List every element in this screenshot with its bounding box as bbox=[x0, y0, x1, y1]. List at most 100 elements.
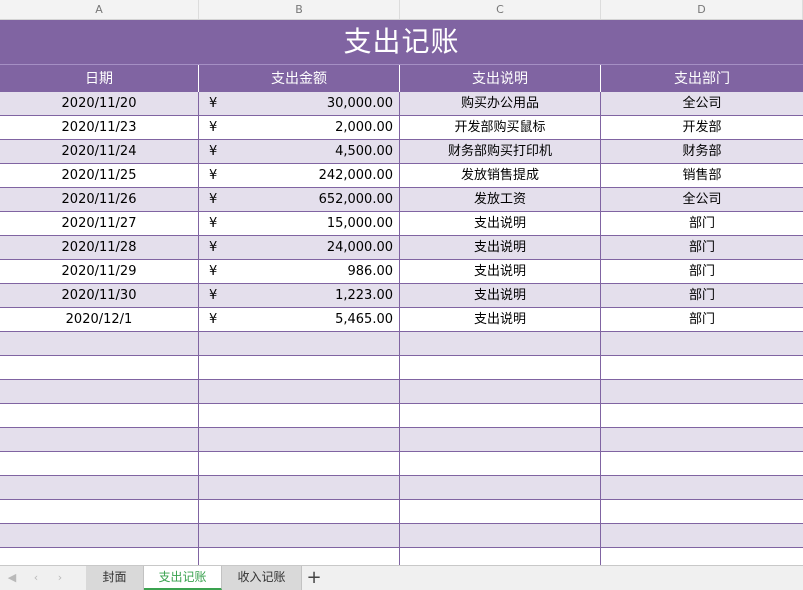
cell-date[interactable] bbox=[0, 524, 199, 547]
cell-date[interactable]: 2020/11/25 bbox=[0, 164, 199, 187]
cell-date[interactable]: 2020/11/30 bbox=[0, 284, 199, 307]
cell-amount[interactable]: ¥15,000.00 bbox=[199, 212, 400, 235]
cell-department[interactable] bbox=[601, 380, 803, 403]
amount-value: 4,500.00 bbox=[335, 144, 393, 159]
cell-amount[interactable] bbox=[199, 404, 400, 427]
cell-date[interactable]: 2020/11/20 bbox=[0, 92, 199, 115]
cell-department[interactable]: 部门 bbox=[601, 308, 803, 331]
cell-amount[interactable] bbox=[199, 500, 400, 523]
tab-expense-ledger[interactable]: 支出记账 bbox=[144, 566, 222, 590]
cell-description[interactable] bbox=[400, 404, 601, 427]
cell-date[interactable] bbox=[0, 356, 199, 379]
cell-department[interactable] bbox=[601, 452, 803, 475]
add-sheet-button[interactable]: + bbox=[304, 567, 324, 589]
cell-date[interactable]: 2020/11/27 bbox=[0, 212, 199, 235]
cell-department[interactable]: 销售部 bbox=[601, 164, 803, 187]
header-amount[interactable]: 支出金额 bbox=[199, 65, 400, 93]
cell-description[interactable]: 财务部购买打印机 bbox=[400, 140, 601, 163]
cell-department[interactable] bbox=[601, 332, 803, 355]
cell-description[interactable]: 发放销售提成 bbox=[400, 164, 601, 187]
column-header-d[interactable]: D bbox=[601, 0, 803, 19]
cell-amount[interactable]: ¥2,000.00 bbox=[199, 116, 400, 139]
cell-description[interactable]: 支出说明 bbox=[400, 236, 601, 259]
first-sheet-arrow-icon[interactable]: ◀ bbox=[4, 570, 20, 586]
cell-date[interactable] bbox=[0, 380, 199, 403]
next-sheet-arrow-icon[interactable]: › bbox=[52, 570, 68, 586]
column-header-b[interactable]: B bbox=[199, 0, 400, 19]
cell-department[interactable] bbox=[601, 356, 803, 379]
cell-description[interactable]: 发放工资 bbox=[400, 188, 601, 211]
cell-description[interactable]: 购买办公用品 bbox=[400, 92, 601, 115]
cell-date[interactable]: 2020/11/29 bbox=[0, 260, 199, 283]
header-description[interactable]: 支出说明 bbox=[400, 65, 601, 93]
cell-department[interactable] bbox=[601, 428, 803, 451]
amount-value: 24,000.00 bbox=[326, 240, 393, 255]
cell-description[interactable] bbox=[400, 380, 601, 403]
cell-date[interactable]: 2020/11/23 bbox=[0, 116, 199, 139]
cell-date[interactable] bbox=[0, 476, 199, 499]
cell-date[interactable] bbox=[0, 404, 199, 427]
table-row bbox=[0, 380, 803, 404]
column-header-c[interactable]: C bbox=[400, 0, 601, 19]
column-header-a[interactable]: A bbox=[0, 0, 199, 19]
cell-amount[interactable]: ¥1,223.00 bbox=[199, 284, 400, 307]
cell-date[interactable]: 2020/11/28 bbox=[0, 236, 199, 259]
cell-description[interactable] bbox=[400, 452, 601, 475]
cell-date[interactable]: 2020/11/24 bbox=[0, 140, 199, 163]
cell-department[interactable]: 开发部 bbox=[601, 116, 803, 139]
currency-symbol: ¥ bbox=[209, 120, 218, 135]
cell-amount[interactable] bbox=[199, 380, 400, 403]
cell-department[interactable]: 部门 bbox=[601, 236, 803, 259]
cell-amount[interactable] bbox=[199, 452, 400, 475]
cell-amount[interactable] bbox=[199, 524, 400, 547]
cell-department[interactable] bbox=[601, 476, 803, 499]
cell-date[interactable]: 2020/11/26 bbox=[0, 188, 199, 211]
cell-date[interactable] bbox=[0, 500, 199, 523]
table-row: 2020/11/30 ¥1,223.00 支出说明 部门 bbox=[0, 284, 803, 308]
cell-amount[interactable] bbox=[199, 428, 400, 451]
header-date[interactable]: 日期 bbox=[0, 65, 199, 93]
cell-department[interactable]: 财务部 bbox=[601, 140, 803, 163]
cell-description[interactable] bbox=[400, 476, 601, 499]
cell-description[interactable] bbox=[400, 428, 601, 451]
cell-amount[interactable]: ¥30,000.00 bbox=[199, 92, 400, 115]
header-department[interactable]: 支出部门 bbox=[601, 65, 803, 93]
cell-amount[interactable]: ¥986.00 bbox=[199, 260, 400, 283]
cell-department[interactable]: 部门 bbox=[601, 260, 803, 283]
cell-amount[interactable]: ¥652,000.00 bbox=[199, 188, 400, 211]
cell-amount[interactable] bbox=[199, 476, 400, 499]
cell-date[interactable] bbox=[0, 428, 199, 451]
cell-description[interactable] bbox=[400, 524, 601, 547]
cell-department[interactable]: 部门 bbox=[601, 284, 803, 307]
cell-description[interactable]: 支出说明 bbox=[400, 284, 601, 307]
cell-description[interactable]: 开发部购买鼠标 bbox=[400, 116, 601, 139]
cell-description[interactable]: 支出说明 bbox=[400, 260, 601, 283]
cell-department[interactable] bbox=[601, 524, 803, 547]
cell-description[interactable]: 支出说明 bbox=[400, 308, 601, 331]
table-row: 2020/11/24 ¥4,500.00 财务部购买打印机 财务部 bbox=[0, 140, 803, 164]
cell-amount[interactable]: ¥242,000.00 bbox=[199, 164, 400, 187]
cell-amount[interactable]: ¥24,000.00 bbox=[199, 236, 400, 259]
cell-description[interactable]: 支出说明 bbox=[400, 212, 601, 235]
cell-department[interactable] bbox=[601, 404, 803, 427]
tab-cover[interactable]: 封面 bbox=[86, 566, 144, 590]
cell-description[interactable] bbox=[400, 332, 601, 355]
cell-amount[interactable]: ¥4,500.00 bbox=[199, 140, 400, 163]
cell-amount[interactable]: ¥5,465.00 bbox=[199, 308, 400, 331]
cell-date[interactable]: 2020/12/1 bbox=[0, 308, 199, 331]
sheet-title[interactable]: 支出记账 bbox=[0, 20, 803, 64]
cell-department[interactable]: 部门 bbox=[601, 212, 803, 235]
cell-department[interactable]: 全公司 bbox=[601, 188, 803, 211]
cell-amount[interactable] bbox=[199, 356, 400, 379]
table-row: 2020/11/23 ¥2,000.00 开发部购买鼠标 开发部 bbox=[0, 116, 803, 140]
cell-date[interactable] bbox=[0, 332, 199, 355]
sheet-tab-bar: ◀ ‹ › 封面 支出记账 收入记账 + bbox=[0, 565, 803, 590]
cell-amount[interactable] bbox=[199, 332, 400, 355]
cell-description[interactable] bbox=[400, 356, 601, 379]
cell-date[interactable] bbox=[0, 452, 199, 475]
tab-income-ledger[interactable]: 收入记账 bbox=[222, 566, 302, 590]
prev-sheet-arrow-icon[interactable]: ‹ bbox=[28, 570, 44, 586]
cell-department[interactable] bbox=[601, 500, 803, 523]
cell-department[interactable]: 全公司 bbox=[601, 92, 803, 115]
cell-description[interactable] bbox=[400, 500, 601, 523]
